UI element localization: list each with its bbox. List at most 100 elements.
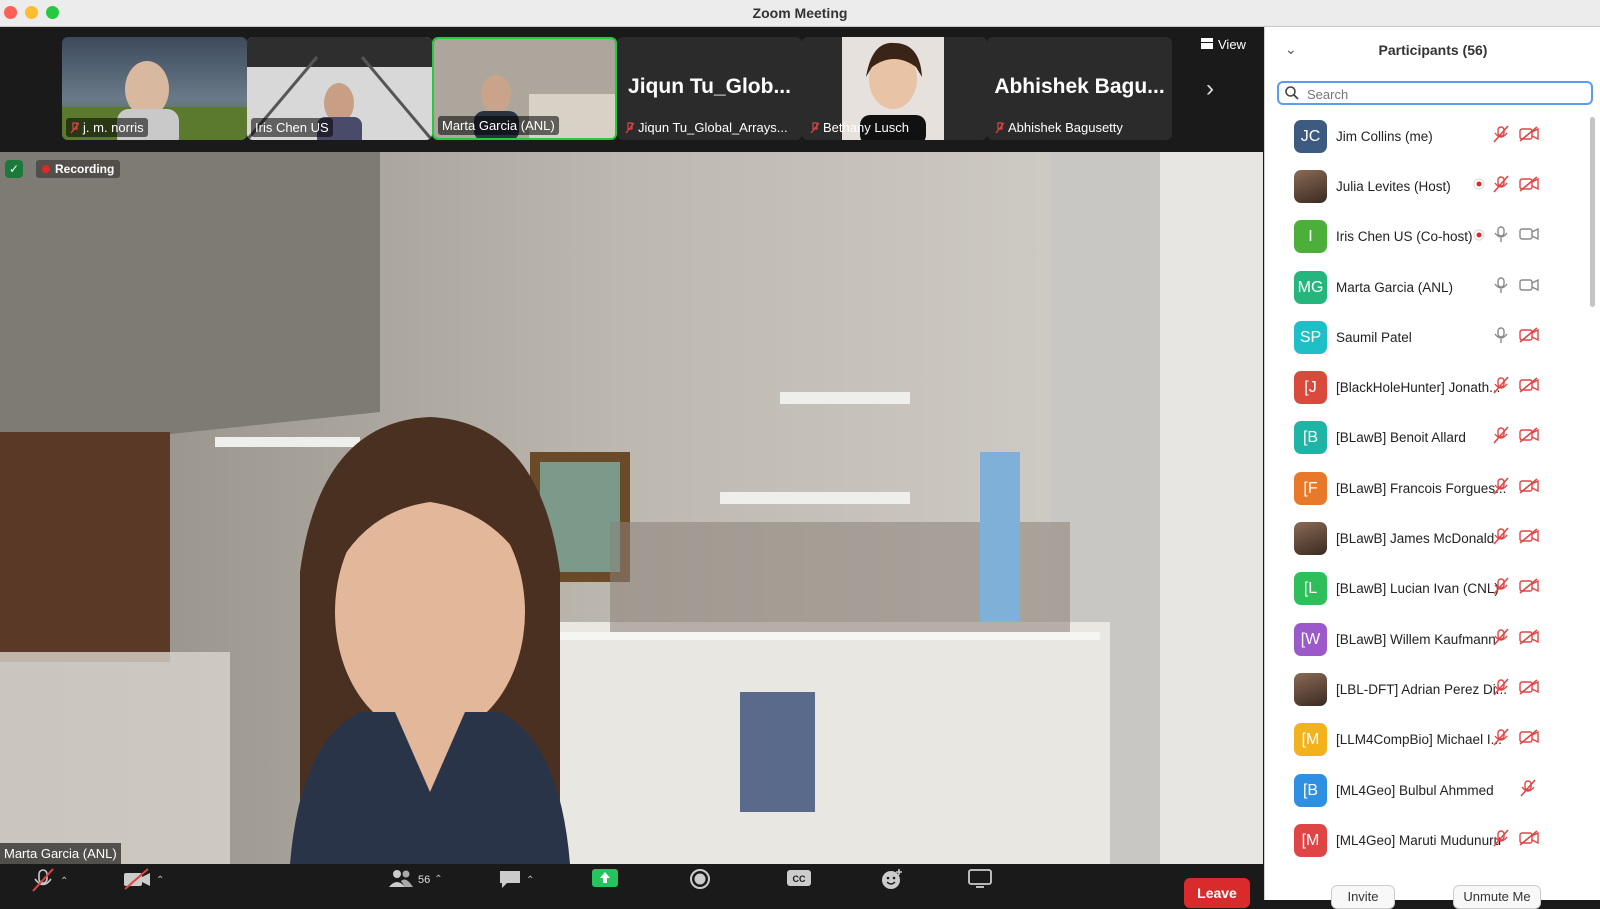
participant-row[interactable]: [B [ML4Geo] Bulbul Ahmmed	[1265, 765, 1585, 815]
closed-captions-icon: CC	[786, 868, 812, 891]
mute-button[interactable]: ⌃	[30, 868, 68, 895]
mic-muted-icon[interactable]	[1493, 577, 1509, 600]
tile-big-name-3: Jiqun Tu_Glob...	[628, 75, 791, 98]
tile-name-3: Jiqun Tu_Global_Arrays...	[621, 118, 792, 137]
video-off-icon[interactable]	[1519, 679, 1539, 700]
participant-row[interactable]: [B [BLawB] Benoit Allard	[1265, 413, 1585, 463]
video-off-icon[interactable]	[1519, 578, 1539, 599]
invite-button[interactable]: Invite	[1331, 885, 1395, 909]
mic-muted-icon[interactable]	[1493, 426, 1509, 449]
participants-scrollbar[interactable]	[1590, 117, 1595, 307]
video-off-icon[interactable]	[1519, 528, 1539, 549]
video-options-caret-icon[interactable]: ⌃	[156, 875, 164, 886]
mic-muted-icon[interactable]	[1493, 728, 1509, 751]
participants-button[interactable]: 56 ⌃	[388, 868, 443, 891]
video-off-icon[interactable]	[1519, 729, 1539, 750]
video-strip: j. m. norris Iris Chen US Marta Garcia (…	[0, 27, 1263, 152]
mic-muted-icon[interactable]	[1493, 829, 1509, 852]
closed-captions-button[interactable]: CC	[786, 868, 812, 891]
participant-row[interactable]: SP Saumil Patel	[1265, 312, 1585, 362]
unmute-me-button[interactable]: Unmute Me	[1453, 885, 1541, 909]
video-off-icon[interactable]	[1519, 377, 1539, 398]
mic-muted-icon[interactable]	[1493, 678, 1509, 701]
participant-name: [BLawB] Benoit Allard	[1336, 430, 1466, 446]
video-off-icon[interactable]	[1519, 628, 1539, 650]
tile-name-5: Abhishek Bagusetty	[991, 118, 1127, 137]
participant-name: Saumil Patel	[1336, 329, 1412, 345]
video-tile-5[interactable]: Abhishek Bagu... Abhishek Bagusetty	[987, 37, 1172, 140]
view-button[interactable]: View	[1201, 37, 1246, 52]
participant-name: [LBL-DFT] Adrian Perez Di...	[1336, 681, 1508, 697]
mic-muted-icon[interactable]	[1493, 376, 1509, 399]
video-off-icon[interactable]	[1519, 427, 1539, 448]
participant-avatar: [L	[1294, 572, 1327, 606]
video-icon[interactable]	[1519, 226, 1539, 247]
participant-name: [BLawB] James McDonald	[1336, 531, 1495, 547]
share-screen-button[interactable]	[592, 868, 618, 891]
video-off-icon[interactable]	[1519, 126, 1539, 147]
video-off-icon[interactable]	[1519, 478, 1539, 499]
participant-row[interactable]: [LBL-DFT] Adrian Perez Di...	[1265, 664, 1585, 714]
video-tile-3[interactable]: Jiqun Tu_Glob... Jiqun Tu_Global_Arrays.…	[617, 37, 802, 140]
chat-bubble-icon	[498, 868, 522, 893]
reactions-button[interactable]	[880, 868, 904, 893]
grid-view-icon	[1201, 37, 1213, 52]
video-tile-0[interactable]: j. m. norris	[62, 37, 247, 140]
search-input[interactable]	[1307, 85, 1577, 103]
participant-avatar: MG	[1294, 270, 1327, 304]
video-off-icon	[122, 868, 152, 893]
chat-button[interactable]: ⌃	[498, 868, 534, 893]
participant-row[interactable]: [L [BLawB] Lucian Ivan (CNL)	[1265, 564, 1585, 614]
video-off-icon[interactable]	[1519, 327, 1539, 348]
participant-row[interactable]: I Iris Chen US (Co-host)	[1265, 212, 1585, 262]
recording-indicator[interactable]: Recording	[36, 160, 121, 178]
panel-footer: Invite Unmute Me	[1265, 877, 1600, 909]
video-tile-2[interactable]: Marta Garcia (ANL)	[432, 37, 617, 140]
mic-muted-icon[interactable]	[1493, 527, 1509, 550]
participant-row[interactable]: [J [BlackHoleHunter] Jonath...	[1265, 362, 1585, 412]
participant-row[interactable]: [F [BLawB] Francois Forgues...	[1265, 463, 1585, 513]
chat-options-caret-icon[interactable]: ⌃	[526, 875, 534, 886]
video-tile-1[interactable]: Iris Chen US	[247, 37, 432, 140]
mute-options-caret-icon[interactable]: ⌃	[60, 876, 68, 887]
participant-name: [ML4Geo] Bulbul Ahmmed	[1336, 782, 1494, 798]
mic-muted-icon[interactable]	[1493, 125, 1509, 148]
video-off-icon[interactable]	[1519, 830, 1539, 851]
participant-row[interactable]: [M [LLM4CompBio] Michael I...	[1265, 715, 1585, 765]
participant-row[interactable]: Julia Levites (Host)	[1265, 161, 1585, 211]
participants-options-caret-icon[interactable]: ⌃	[434, 874, 442, 885]
participant-row[interactable]: [W [BLawB] Willem Kaufmann	[1265, 614, 1585, 664]
encryption-shield-icon[interactable]: ✓	[5, 160, 23, 178]
participant-row[interactable]: MG Marta Garcia (ANL)	[1265, 262, 1585, 312]
record-button[interactable]	[689, 868, 711, 893]
mic-icon[interactable]	[1493, 326, 1509, 349]
participant-avatar: I	[1294, 220, 1327, 254]
participant-row[interactable]: [M [ML4Geo] Maruti Mudunuru	[1265, 815, 1585, 865]
meeting-area: j. m. norris Iris Chen US Marta Garcia (…	[0, 27, 1263, 900]
mic-muted-icon[interactable]	[1493, 175, 1509, 198]
mic-muted-icon[interactable]	[1493, 628, 1509, 651]
mic-icon[interactable]	[1493, 225, 1509, 248]
mic-muted-icon[interactable]	[1520, 778, 1536, 802]
video-off-icon[interactable]	[1519, 176, 1539, 197]
participant-avatar: SP	[1294, 320, 1327, 354]
meeting-toolbar: ⌃ ⌃ 56 ⌃ ⌃ CC	[0, 864, 1263, 900]
participant-name: Marta Garcia (ANL)	[1336, 279, 1454, 295]
mic-icon[interactable]	[1493, 276, 1509, 299]
leave-button[interactable]: Leave	[1184, 878, 1250, 908]
next-page-chevron-icon[interactable]: ›	[1206, 75, 1214, 103]
participant-row[interactable]: [BLawB] James McDonald	[1265, 513, 1585, 563]
participant-name: [LLM4CompBio] Michael I...	[1336, 732, 1502, 748]
tile-name-1: Iris Chen US	[251, 118, 333, 137]
start-video-button[interactable]: ⌃	[122, 868, 164, 893]
apps-window-icon	[968, 868, 992, 891]
participants-count: 56	[418, 873, 431, 886]
video-tile-4[interactable]: Bethany Lusch	[802, 37, 987, 140]
speaker-name-label: Marta Garcia (ANL)	[0, 843, 121, 864]
mic-muted-icon[interactable]	[1493, 477, 1509, 500]
search-box[interactable]	[1277, 81, 1593, 105]
apps-button[interactable]	[968, 868, 992, 891]
participant-row[interactable]: JC Jim Collins (me)	[1265, 111, 1585, 161]
window-title: Zoom Meeting	[752, 5, 848, 21]
video-icon[interactable]	[1519, 277, 1539, 298]
